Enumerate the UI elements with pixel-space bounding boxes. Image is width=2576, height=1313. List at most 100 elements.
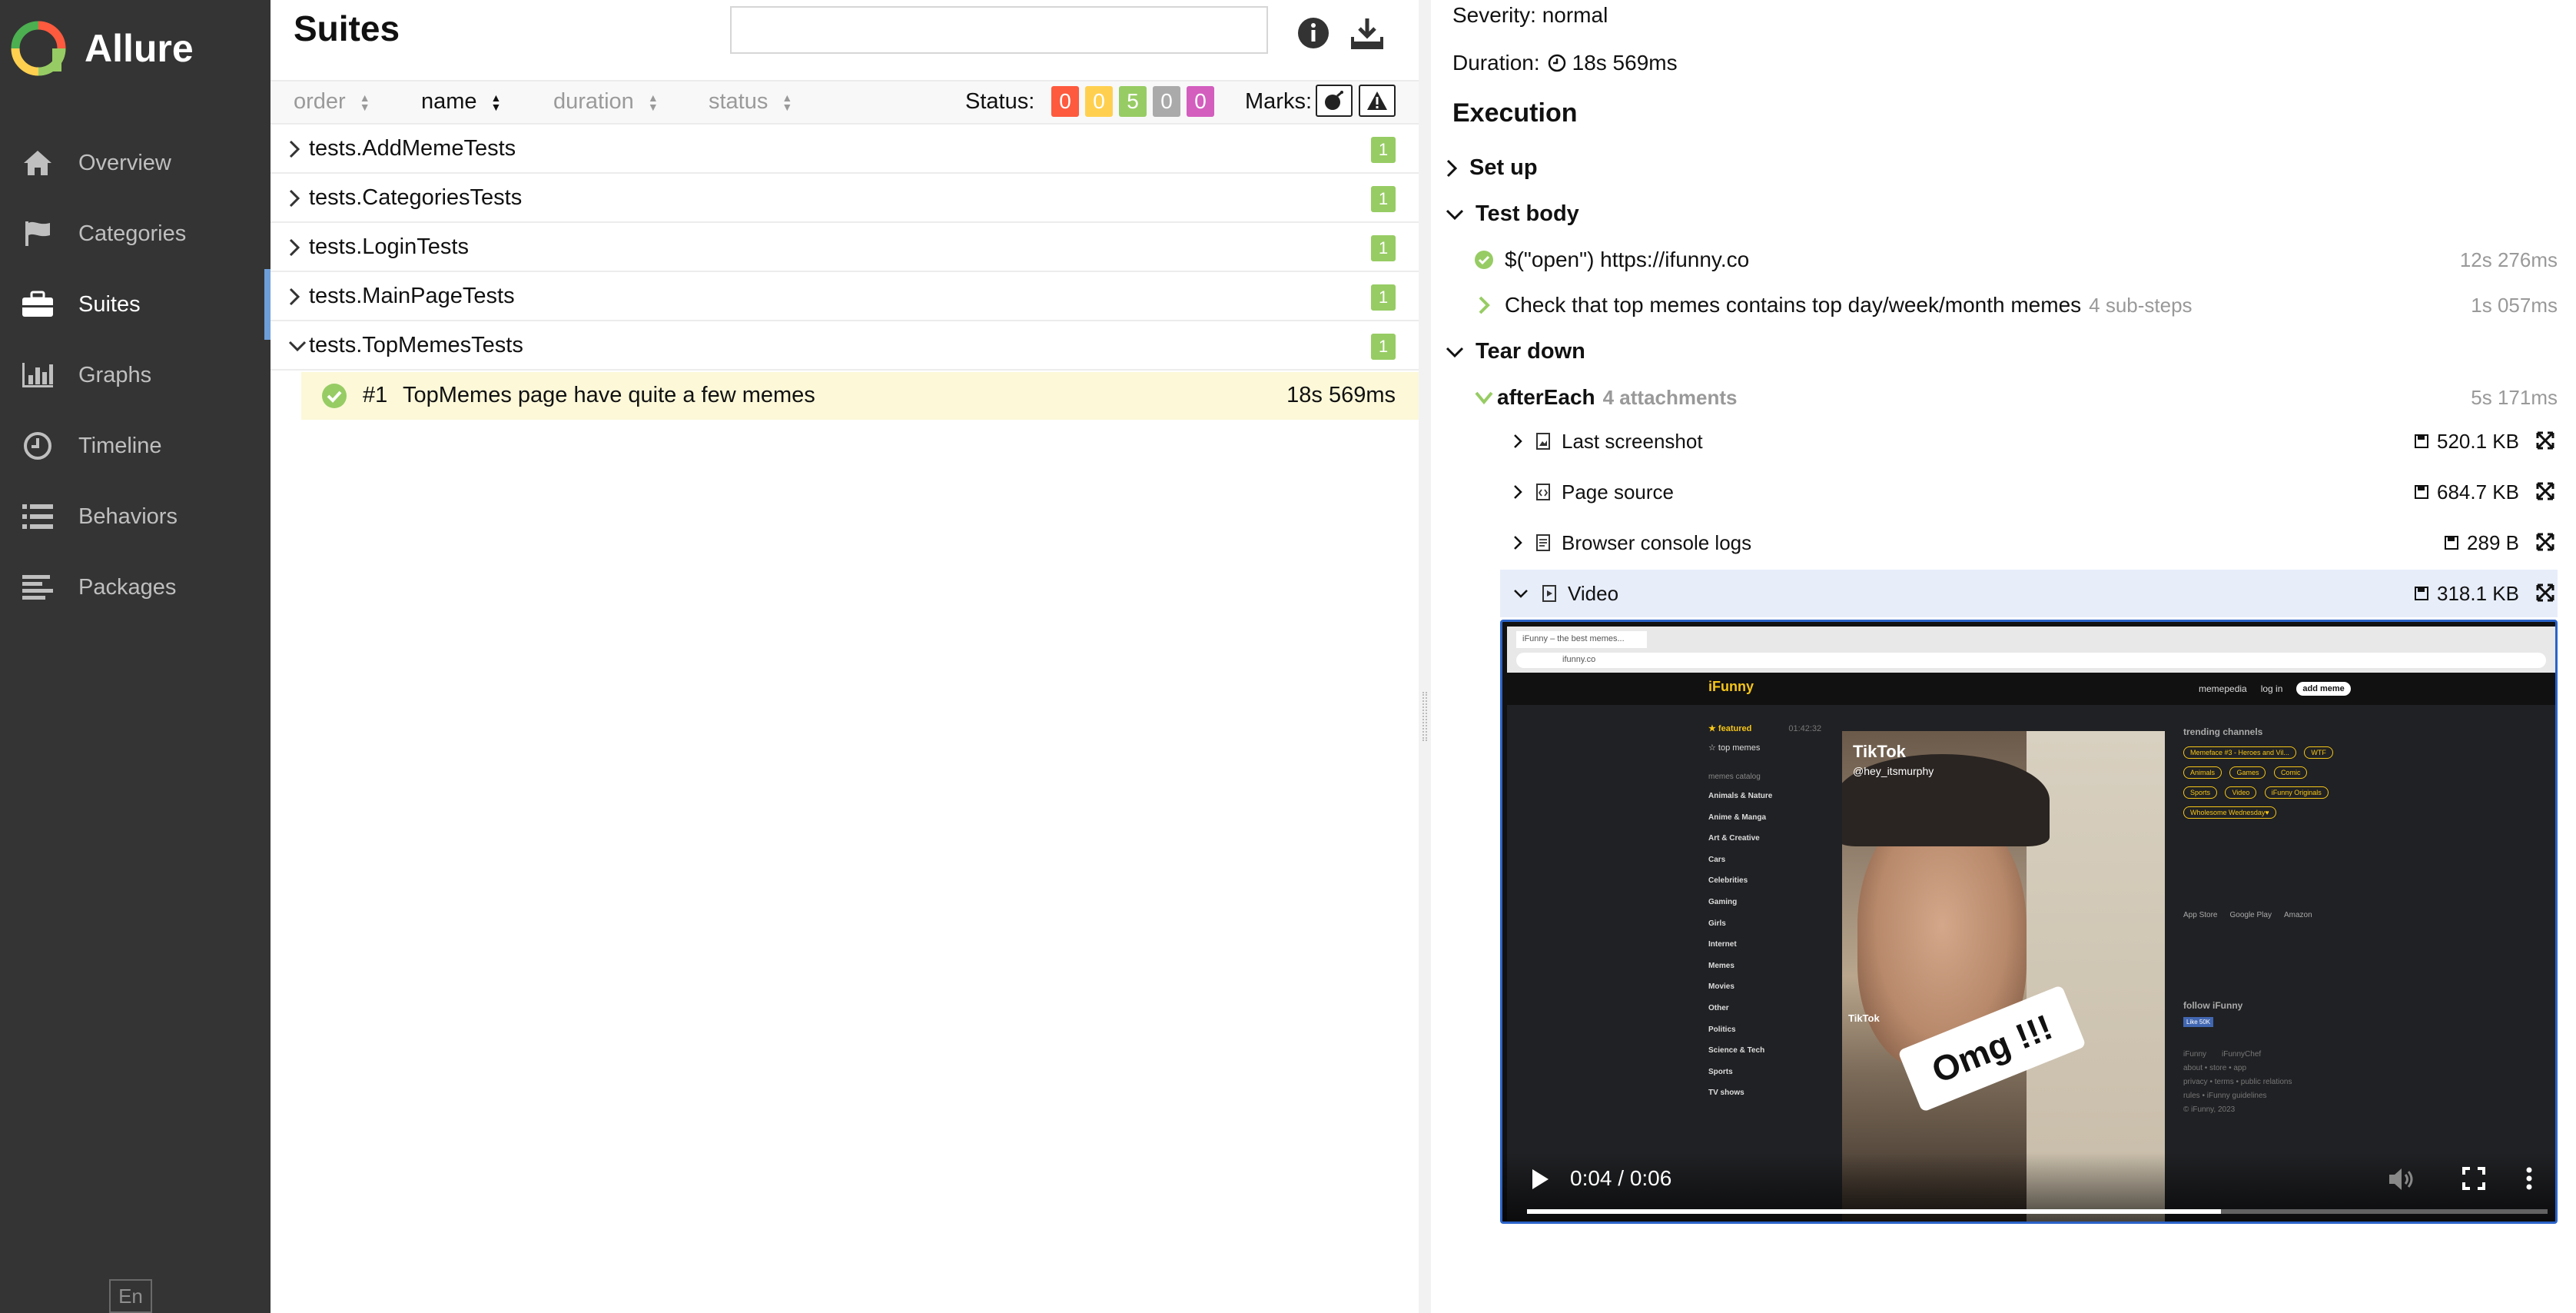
- test-case-name: TopMemes page have quite a few memes: [403, 383, 815, 407]
- chevron-right-icon: [1479, 296, 1490, 314]
- flaky-mark-button[interactable]: [1316, 85, 1353, 117]
- sidebar-item-categories[interactable]: Categories: [0, 198, 271, 269]
- sort-by-status[interactable]: status ▲ ▼: [709, 89, 792, 115]
- suite-row-topmemes[interactable]: tests.TopMemesTests 1: [271, 321, 1419, 371]
- attachment-size: 318.1 KB: [2414, 582, 2519, 606]
- sort-by-name[interactable]: name ▲ ▼: [421, 89, 501, 115]
- save-icon: [2445, 536, 2459, 550]
- fullscreen-icon[interactable]: [2461, 1166, 2486, 1191]
- pane-splitter[interactable]: [1419, 0, 1431, 1313]
- status-broken-count[interactable]: 0: [1085, 86, 1113, 117]
- step-duration: 1s 057ms: [2471, 293, 2558, 317]
- video-time: 0:04 / 0:06: [1570, 1166, 1672, 1190]
- expand-icon[interactable]: [2536, 583, 2554, 602]
- save-icon: [2415, 434, 2429, 448]
- test-case-row[interactable]: #1 TopMemes page have quite a few memes …: [301, 372, 1419, 420]
- attachment-name: Page source: [1562, 480, 1674, 504]
- sort-by-order[interactable]: order ▲ ▼: [294, 89, 370, 115]
- attachment-row[interactable]: Browser console logs 289 B: [1500, 519, 2558, 567]
- suite-row-mainpage[interactable]: tests.MainPageTests 1: [271, 272, 1419, 321]
- status-skipped-count[interactable]: 0: [1153, 86, 1180, 117]
- passed-count-badge: 1: [1371, 186, 1396, 212]
- volume-icon[interactable]: [2388, 1166, 2415, 1192]
- briefcase-icon: [20, 289, 55, 320]
- brand-name: Allure: [85, 27, 194, 70]
- step-row[interactable]: $("open") https://ifunny.co 12s 276ms: [1474, 238, 2558, 281]
- info-icon[interactable]: [1296, 15, 1331, 51]
- sort-arrows-icon: ▲ ▼: [782, 91, 793, 113]
- suite-row-login[interactable]: tests.LoginTests 1: [271, 223, 1419, 272]
- sidebar-item-packages[interactable]: Packages: [0, 552, 271, 623]
- attachments-count: 4 attachments: [1602, 385, 1738, 409]
- sidebar: Allure Overview Categories Suites Graphs…: [0, 0, 271, 1313]
- suite-row-addmeme[interactable]: tests.AddMemeTests 1: [271, 125, 1419, 174]
- chevron-right-icon: [289, 140, 300, 158]
- passed-count-badge: 1: [1371, 284, 1396, 311]
- attachment-row-selected[interactable]: Video 318.1 KB: [1500, 570, 2558, 617]
- save-icon: [2415, 485, 2429, 499]
- status-failed-count[interactable]: 0: [1051, 86, 1079, 117]
- after-each-step[interactable]: afterEach 4 attachments 5s 171ms: [1474, 376, 2558, 419]
- new-failed-mark-button[interactable]: [1359, 85, 1396, 117]
- suite-name: tests.MainPageTests: [309, 283, 515, 308]
- execution-title: Execution: [1452, 98, 1578, 128]
- passed-count-badge: 1: [1371, 137, 1396, 163]
- severity-line: Severity: normal: [1452, 3, 1608, 27]
- step-row[interactable]: Check that top memes contains top day/we…: [1474, 284, 2558, 327]
- sidebar-item-timeline[interactable]: Timeline: [0, 411, 271, 481]
- home-icon: [20, 148, 55, 178]
- suite-name: tests.LoginTests: [309, 234, 469, 259]
- clock-icon: [20, 430, 55, 461]
- allure-logo-icon: [11, 21, 66, 76]
- video-progress-fill: [1527, 1209, 2222, 1214]
- expand-icon[interactable]: [2536, 431, 2554, 450]
- sidebar-item-graphs[interactable]: Graphs: [0, 340, 271, 411]
- suite-name: tests.AddMemeTests: [309, 135, 516, 161]
- step-name: $("open") https://ifunny.co: [1505, 248, 1750, 271]
- sort-arrows-icon: ▲ ▼: [490, 91, 502, 113]
- sidebar-item-overview[interactable]: Overview: [0, 128, 271, 198]
- play-icon[interactable]: [1530, 1168, 1550, 1191]
- attachment-row[interactable]: Last screenshot 520.1 KB: [1500, 417, 2558, 465]
- video-player[interactable]: iFunny – the best memes... ifunny.co iFu…: [1500, 620, 2558, 1224]
- chevron-right-icon: [289, 189, 300, 208]
- suite-row-categories[interactable]: tests.CategoriesTests 1: [271, 174, 1419, 223]
- site-header: iFunny memepedia log in add meme: [1507, 673, 2555, 705]
- video-progress-track[interactable]: [1527, 1209, 2548, 1214]
- sort-by-duration[interactable]: duration ▲ ▼: [553, 89, 659, 115]
- site-category-list: ★ featured 01:42:32 ☆ top memes memes cat…: [1708, 724, 1822, 1098]
- chevron-right-icon: [1514, 434, 1522, 448]
- teardown-section-toggle[interactable]: Tear down: [1445, 339, 1585, 364]
- recorded-address-bar: ifunny.co: [1516, 653, 2546, 668]
- recorded-browser-chrome: iFunny – the best memes... ifunny.co: [1507, 627, 2555, 673]
- chevron-down-icon: [1475, 391, 1493, 405]
- sidebar-item-label: Suites: [78, 291, 141, 317]
- language-switcher[interactable]: En: [109, 1279, 152, 1313]
- search-input[interactable]: [730, 6, 1268, 54]
- status-unknown-count[interactable]: 0: [1187, 86, 1214, 117]
- more-options-icon[interactable]: [2525, 1166, 2534, 1191]
- sidebar-item-suites[interactable]: Suites: [0, 269, 271, 340]
- drag-handle-icon: [1422, 692, 1427, 741]
- expand-icon[interactable]: [2536, 533, 2554, 551]
- step-name: Check that top memes contains top day/we…: [1505, 293, 2082, 317]
- recorded-browser-tab: iFunny – the best memes...: [1516, 631, 1647, 648]
- expand-icon[interactable]: [2536, 482, 2554, 500]
- sidebar-item-label: Graphs: [78, 362, 152, 387]
- marks-filter-label: Marks:: [1245, 89, 1312, 114]
- bomb-icon: [1325, 91, 1343, 110]
- download-icon[interactable]: [1349, 15, 1385, 51]
- attachment-row[interactable]: Page source 684.7 KB: [1500, 468, 2558, 516]
- test-case-number: #1: [363, 383, 388, 407]
- setup-section-toggle[interactable]: Set up: [1445, 155, 1538, 181]
- status-passed-count[interactable]: 5: [1119, 86, 1147, 117]
- sidebar-item-label: Timeline: [78, 433, 162, 458]
- chevron-down-icon: [1446, 347, 1464, 357]
- sort-toolbar: order ▲ ▼ name ▲ ▼ duration ▲ ▼ status ▲ ▼ S…: [271, 80, 1419, 125]
- bar-chart-icon: [20, 360, 55, 391]
- brand[interactable]: Allure: [11, 21, 194, 76]
- image-file-icon: [1536, 433, 1550, 450]
- step-substeps-count: 4 sub-steps: [2089, 293, 2193, 317]
- test-body-section-toggle[interactable]: Test body: [1445, 201, 1579, 227]
- sidebar-item-behaviors[interactable]: Behaviors: [0, 481, 271, 552]
